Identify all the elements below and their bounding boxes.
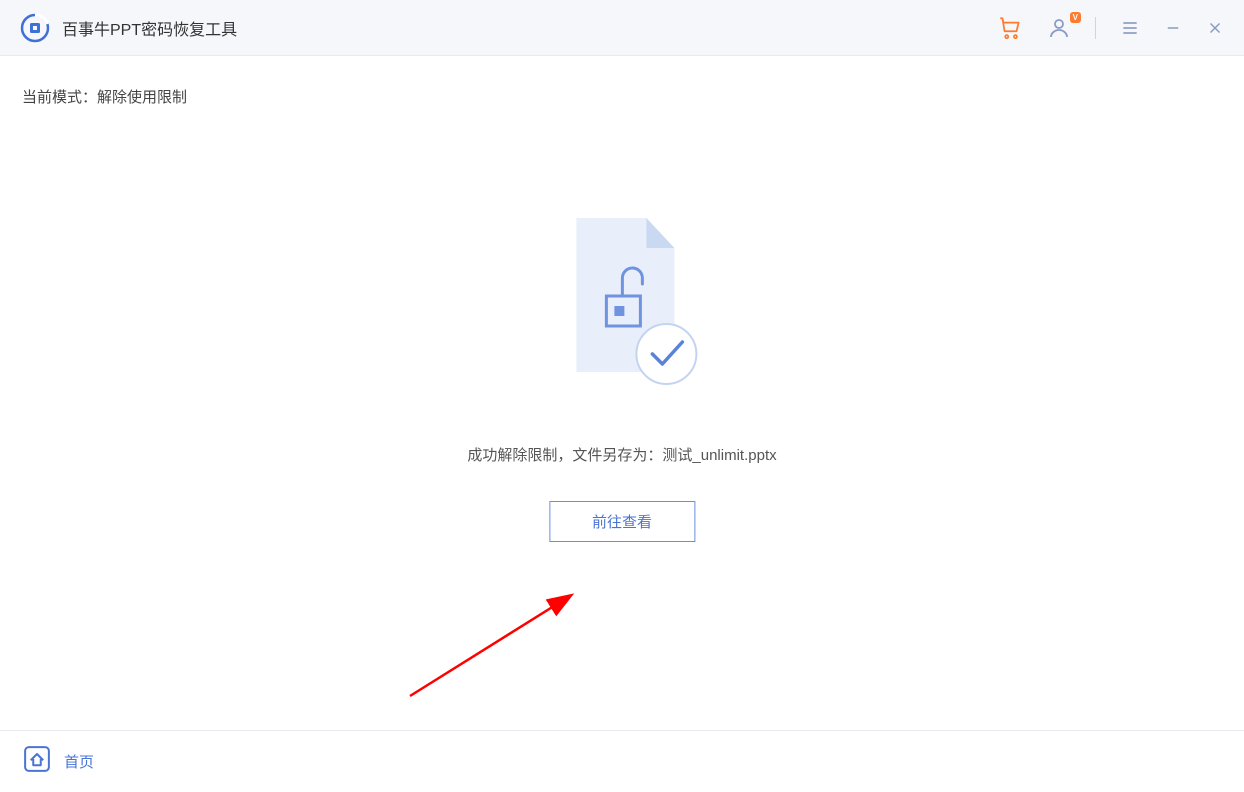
saved-filename: 测试_unlimit.pptx [662,447,776,464]
menu-icon[interactable] [1120,18,1140,38]
document-success-icon [562,218,682,388]
result-panel: 成功解除限制，文件另存为：测试_unlimit.pptx 前往查看 [467,218,776,542]
home-icon [22,744,52,779]
current-mode: 当前模式：解除使用限制 [22,86,1222,107]
cart-icon[interactable] [997,15,1023,41]
vip-badge: V [1070,12,1081,23]
annotation-arrow-icon [400,586,600,736]
user-icon[interactable]: V [1047,16,1071,40]
success-message: 成功解除限制，文件另存为：测试_unlimit.pptx [467,444,776,465]
success-prefix: 成功解除限制，文件另存为： [467,447,662,464]
home-label: 首页 [64,751,94,772]
footer: 首页 [0,730,1244,792]
app-brand: 百事牛PPT密码恢复工具 [20,13,237,43]
app-title: 百事牛PPT密码恢复工具 [62,16,237,40]
mode-label: 当前模式： [22,89,97,106]
go-view-button[interactable]: 前往查看 [549,501,695,542]
home-button[interactable]: 首页 [22,744,94,779]
titlebar: 百事牛PPT密码恢复工具 V [0,0,1244,56]
minimize-icon[interactable] [1164,19,1182,37]
titlebar-divider [1095,17,1096,39]
titlebar-controls: V [997,15,1224,41]
main-content: 当前模式：解除使用限制 成功解除限制，文件另存为：测试_unlimit.pptx… [0,56,1244,730]
close-icon[interactable] [1206,19,1224,37]
app-logo-icon [20,13,50,43]
mode-value: 解除使用限制 [97,89,187,106]
